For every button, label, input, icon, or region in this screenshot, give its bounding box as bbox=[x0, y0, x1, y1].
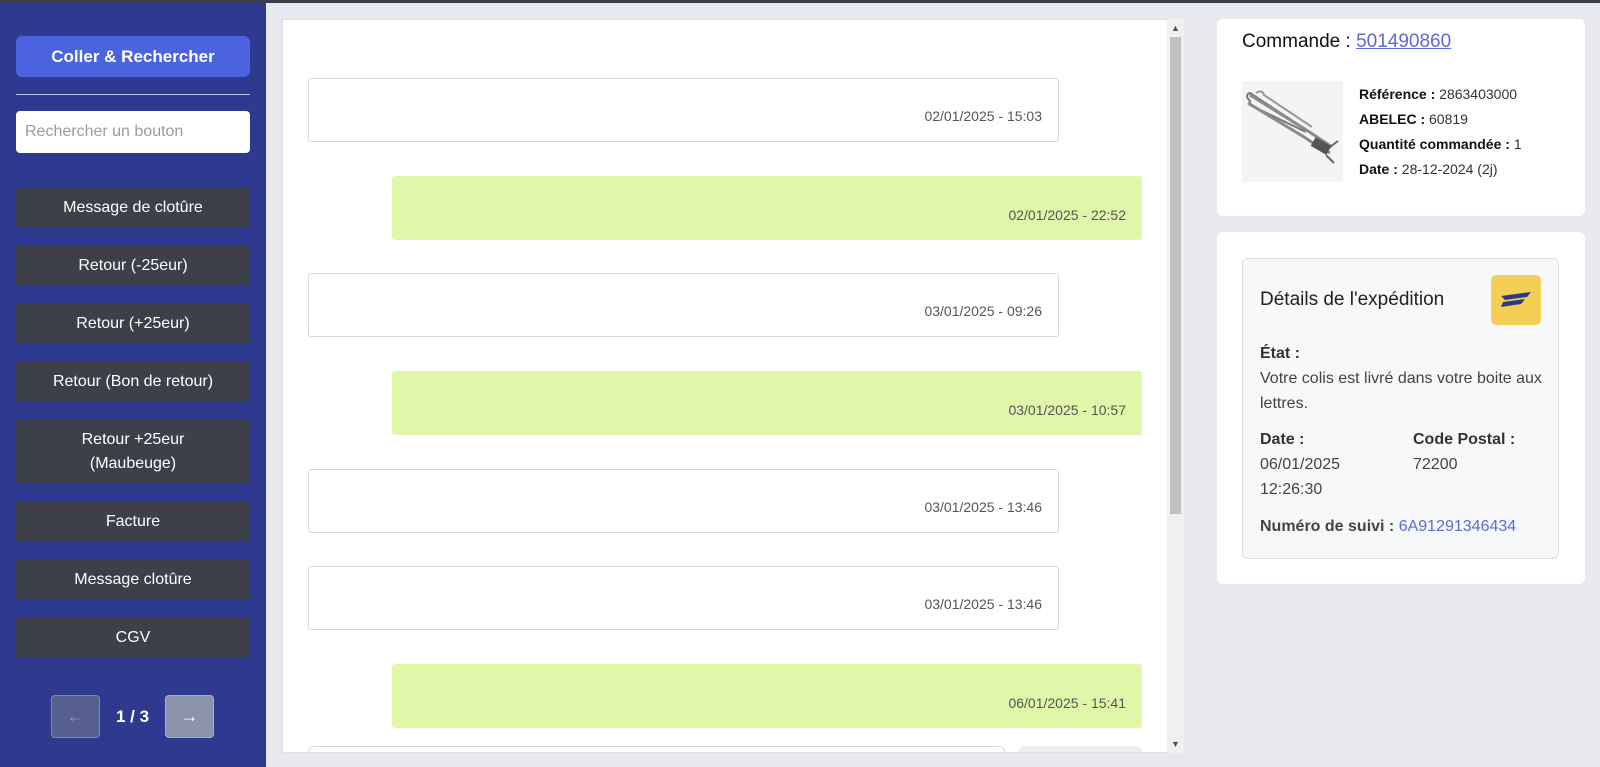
previous-page-button[interactable]: ← bbox=[51, 695, 100, 738]
abelec-value: 60819 bbox=[1429, 111, 1468, 127]
invoice-button[interactable]: Facture bbox=[16, 501, 250, 542]
order-title-label: Commande : bbox=[1242, 31, 1351, 52]
ship-date-label: Date : bbox=[1260, 431, 1305, 448]
order-number-link[interactable]: 501490860 bbox=[1356, 31, 1451, 52]
shipment-details: Détails de l'expédition État : Votre col… bbox=[1242, 258, 1559, 559]
message-outgoing: 06/01/2025 - 15:41 bbox=[392, 664, 1142, 728]
paste-and-search-button[interactable]: Coller & Rechercher bbox=[16, 36, 250, 77]
sidebar-divider bbox=[16, 94, 250, 95]
tracking-label: Numéro de suivi : bbox=[1260, 518, 1395, 535]
conversation-scrollbar[interactable]: ▲ ▼ bbox=[1167, 19, 1184, 753]
quantity-value: 1 bbox=[1513, 136, 1522, 152]
send-button[interactable] bbox=[1019, 746, 1142, 752]
scroll-down-icon[interactable]: ▼ bbox=[1167, 736, 1184, 752]
tracking-line: Numéro de suivi : 6A91291346434 bbox=[1260, 514, 1516, 539]
closing-message-alt-button[interactable]: Message clotûre bbox=[16, 559, 250, 600]
next-page-button[interactable]: → bbox=[165, 695, 214, 738]
cgv-button[interactable]: CGV bbox=[16, 617, 250, 658]
order-date-value: 28-12-2024 (2j) bbox=[1401, 161, 1498, 177]
abelec-label: ABELEC : bbox=[1359, 111, 1426, 127]
pagination: ← 1 / 3 → bbox=[0, 695, 266, 739]
ship-time-value: 12:26:30 bbox=[1260, 481, 1323, 498]
reference-value: 2863403000 bbox=[1439, 86, 1518, 102]
return-label-button[interactable]: Retour (Bon de retour) bbox=[16, 361, 250, 402]
order-date-line: Date : 28-12-2024 (2j) bbox=[1359, 161, 1498, 177]
ship-date-value: 06/01/2025 bbox=[1260, 456, 1341, 473]
message-timestamp: 02/01/2025 - 22:52 bbox=[1008, 207, 1126, 223]
scroll-thumb[interactable] bbox=[1170, 37, 1181, 514]
return-maubeuge-button[interactable]: Retour +25eur (Maubeuge) bbox=[16, 419, 250, 484]
message-incoming: 03/01/2025 - 13:46 bbox=[308, 566, 1059, 630]
return-minus-25-button[interactable]: Retour (-25eur) bbox=[16, 245, 250, 286]
reference-line: Référence : 2863403000 bbox=[1359, 86, 1517, 102]
order-date-label: Date : bbox=[1359, 161, 1398, 177]
return-plus-25-button[interactable]: Retour (+25eur) bbox=[16, 303, 250, 344]
message-outgoing: 03/01/2025 - 10:57 bbox=[392, 371, 1142, 435]
message-incoming: 03/01/2025 - 13:46 bbox=[308, 469, 1059, 533]
state-label: État : bbox=[1260, 345, 1300, 362]
message-timestamp: 03/01/2025 - 13:46 bbox=[924, 596, 1042, 612]
scroll-up-icon[interactable]: ▲ bbox=[1167, 20, 1184, 36]
message-timestamp: 03/01/2025 - 13:46 bbox=[924, 499, 1042, 515]
sidebar: Coller & Rechercher Message de clotûre R… bbox=[0, 3, 266, 767]
quantity-label: Quantité commandée : bbox=[1359, 136, 1510, 152]
order-title: Commande : 501490860 bbox=[1242, 31, 1451, 53]
message-timestamp: 03/01/2025 - 09:26 bbox=[924, 303, 1042, 319]
button-search-input[interactable] bbox=[16, 111, 250, 153]
message-incoming: 03/01/2025 - 09:26 bbox=[308, 273, 1059, 337]
message-timestamp: 02/01/2025 - 15:03 bbox=[924, 108, 1042, 124]
closing-message-button[interactable]: Message de clotûre bbox=[16, 187, 250, 228]
message-timestamp: 06/01/2025 - 15:41 bbox=[1008, 695, 1126, 711]
la-poste-logo-icon bbox=[1491, 275, 1541, 325]
page-indicator: 1 / 3 bbox=[115, 706, 150, 726]
product-image bbox=[1242, 81, 1343, 182]
message-timestamp: 03/01/2025 - 10:57 bbox=[1008, 402, 1126, 418]
postal-code-label: Code Postal : bbox=[1413, 431, 1516, 448]
message-incoming: 02/01/2025 - 15:03 bbox=[308, 78, 1059, 142]
conversation-panel: 02/01/2025 - 15:03 02/01/2025 - 22:52 03… bbox=[282, 19, 1184, 753]
tracking-number-link[interactable]: 6A91291346434 bbox=[1399, 518, 1516, 535]
shipment-title: Détails de l'expédition bbox=[1260, 289, 1445, 310]
shipment-card: Détails de l'expédition État : Votre col… bbox=[1217, 232, 1585, 584]
order-card: Commande : 501490860 Référence : 2863403… bbox=[1217, 19, 1585, 216]
quantity-line: Quantité commandée : 1 bbox=[1359, 136, 1522, 152]
reply-input[interactable] bbox=[308, 746, 1005, 752]
message-outgoing: 02/01/2025 - 22:52 bbox=[392, 176, 1142, 240]
reference-label: Référence : bbox=[1359, 86, 1436, 102]
postal-code-value: 72200 bbox=[1413, 456, 1458, 473]
state-text: Votre colis est livré dans votre boite a… bbox=[1260, 370, 1542, 412]
abelec-line: ABELEC : 60819 bbox=[1359, 111, 1468, 127]
